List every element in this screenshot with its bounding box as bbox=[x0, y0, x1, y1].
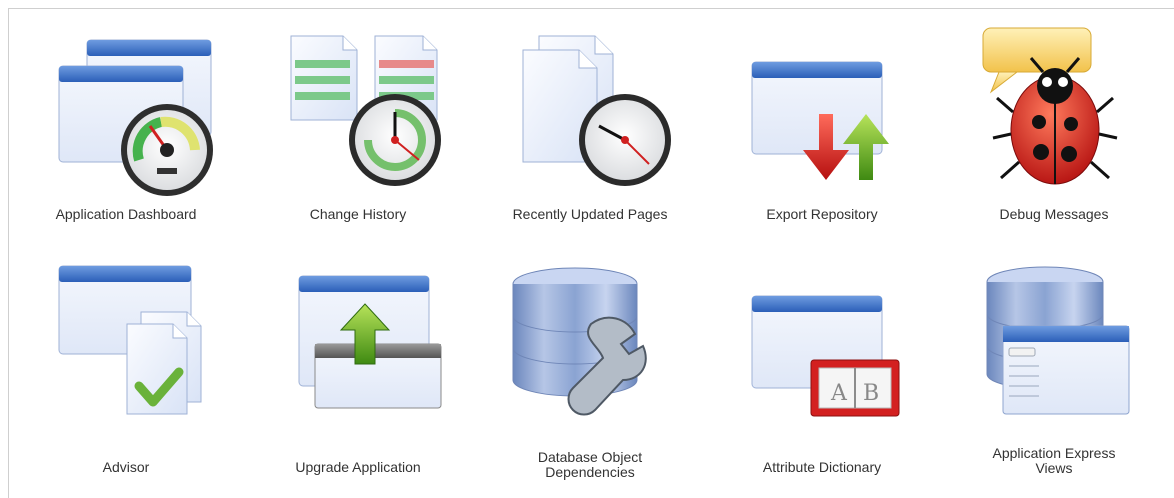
tile-label: Export Repository bbox=[766, 206, 878, 222]
svg-text:A: A bbox=[830, 381, 848, 406]
dictionary-book-icon: A B bbox=[751, 295, 900, 417]
tile-label-line-1: Application Express bbox=[992, 445, 1116, 461]
database-window-icon bbox=[986, 266, 1130, 415]
advisor-check-icon bbox=[58, 265, 202, 415]
svg-text:B: B bbox=[863, 381, 879, 406]
database-wrench-icon bbox=[512, 267, 647, 416]
tile-label-line-1: Database Object bbox=[537, 449, 643, 465]
upgrade-arrow-icon bbox=[298, 275, 442, 409]
tile-label: Application Dashboard bbox=[55, 206, 197, 222]
tile-debug-messages[interactable]: Debug Messages bbox=[939, 22, 1169, 242]
tile-application-express-views[interactable]: Application Express Views bbox=[939, 256, 1169, 476]
pages-clock-icon bbox=[522, 35, 671, 186]
tile-attribute-dictionary[interactable]: A B Attribute Dictionary bbox=[707, 256, 937, 476]
tile-label: Advisor bbox=[102, 459, 150, 475]
ladybug-icon bbox=[982, 27, 1118, 185]
tile-recently-updated-pages[interactable]: Recently Updated Pages bbox=[475, 22, 705, 242]
tile-label: Change History bbox=[309, 206, 407, 222]
tile-label-line-2: Dependencies bbox=[545, 464, 635, 480]
tile-change-history[interactable]: Change History bbox=[243, 22, 473, 242]
tile-export-repository[interactable]: Export Repository bbox=[707, 22, 937, 242]
tile-label: Recently Updated Pages bbox=[512, 206, 668, 222]
tile-label-line-2: Views bbox=[1035, 460, 1073, 476]
tile-upgrade-application[interactable]: Upgrade Application bbox=[243, 256, 473, 476]
tile-application-dashboard[interactable]: Application Dashboard bbox=[11, 22, 241, 242]
dashboard-gauge-icon bbox=[58, 39, 213, 196]
tile-database-object-dependencies[interactable]: Database Object Dependencies bbox=[475, 256, 705, 480]
tile-advisor[interactable]: Advisor bbox=[11, 256, 241, 476]
tile-label: Debug Messages bbox=[999, 206, 1109, 222]
change-history-clock-icon bbox=[290, 35, 441, 186]
export-arrows-icon bbox=[751, 61, 889, 180]
tile-label: Attribute Dictionary bbox=[762, 459, 882, 475]
tile-label: Upgrade Application bbox=[295, 459, 421, 475]
